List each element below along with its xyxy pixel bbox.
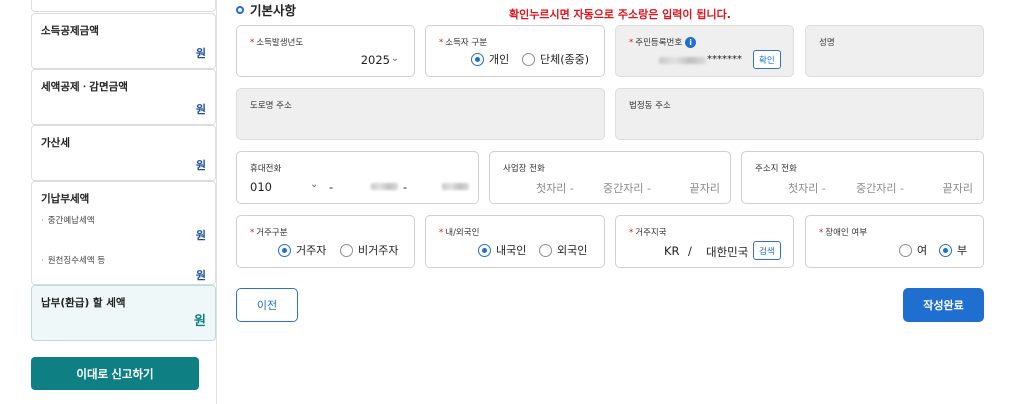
sidebar-item-top: 원 [31,0,216,12]
work-phone-field: 사업장 전화 첫자리 - 중간자리 - 끝자리 [489,151,731,204]
radio-dot [278,243,291,257]
radio-dot [539,243,552,257]
home-phone-last[interactable]: 끝자리 [943,180,973,196]
sidebar-subitem-interim: 중간예납세액 [41,214,95,226]
name-label: 성명 [819,38,835,48]
unit-label: 원 [195,269,206,282]
radio-label: 외국인 [557,244,588,257]
radio-group[interactable]: 단체(종중) [522,51,589,67]
legal-address-field: 법정동 주소 [615,88,984,140]
radio-label: 거주자 [296,244,327,257]
radio-individual[interactable]: 개인 [471,51,509,67]
radio-dot [522,52,535,66]
sidebar-item-label: 가산세 [41,137,70,149]
country-field: * 거주지국 KR / 대한민국 검색 [615,215,794,268]
rrn-masked-suffix: ******* [707,54,742,65]
work-phone-label: 사업장 전화 [503,164,545,174]
home-phone-first[interactable]: 첫자리 - [788,180,826,196]
year-label: * 소득발생년도 [250,38,304,48]
mobile-last[interactable] [442,183,469,190]
sidebar: 원 소득공제금액 원 세액공제ㆍ감면금액 원 가산세 원 기납부세액 중간예납세… [0,0,217,404]
radio-label: 비거주자 [358,244,399,257]
mobile-dash: - [329,180,334,194]
prev-button[interactable]: 이전 [236,288,298,322]
radio-resident[interactable]: 거주자 [278,242,326,258]
rrn-confirm-button[interactable]: 확인 [753,50,781,69]
done-button[interactable]: 작성완료 [903,288,984,322]
unit-label: 원 [195,159,206,172]
radio-non-resident[interactable]: 비거주자 [340,242,398,258]
unit-label: 원 [195,103,206,116]
home-phone-middle[interactable]: 중간자리 - [856,180,904,196]
home-phone-field: 주소지 전화 첫자리 - 중간자리 - 끝자리 [741,151,984,204]
unit-label: 원 [195,229,206,242]
radio-dot [478,243,491,257]
country-label: * 거주지국 [629,228,667,238]
country-search-button[interactable]: 검색 [753,241,781,260]
radio-foreigner[interactable]: 외국인 [539,242,587,258]
radio-label: 단체(종중) [540,53,590,66]
unit-label: 원 [195,47,206,60]
name-field: 성명 [805,25,984,77]
chevron-down-icon: ⌄ [390,53,399,64]
legal-address-label: 법정동 주소 [629,101,671,111]
section-title-text: 기본사항 [250,3,297,18]
chevron-down-icon: ⌄ [310,179,319,190]
rrn-field[interactable]: * 주민등록번호 i ******* 확인 [615,25,794,77]
year-field[interactable]: * 소득발생년도 2025 ⌄ [236,25,415,77]
mobile-middle[interactable] [371,183,398,190]
disability-label: * 장애인 여부 [819,228,868,238]
section-title: 기본사항 [236,0,296,19]
sidebar-item-additional-tax: 가산세 원 [31,125,216,181]
road-address-field: 도로명 주소 [236,88,605,140]
country-separator: / [688,244,692,258]
work-phone-middle[interactable]: 중간자리 - [603,180,651,196]
country-code: KR [664,244,680,258]
radio-disabled-no[interactable]: 부 [939,242,967,258]
work-phone-last[interactable]: 끝자리 [690,180,720,196]
disability-field: * 장애인 여부 여 부 [805,215,984,268]
circle-icon [236,5,244,14]
sidebar-item-label: 세액공제ㆍ감면금액 [41,81,128,93]
sidebar-item-label: 소득공제금액 [41,25,99,37]
residency-label: * 거주구분 [250,228,288,238]
radio-label: 여 [917,244,928,257]
radio-label: 내국인 [496,244,527,257]
mobile-dash: - [403,180,408,194]
mobile-label: 휴대전화 [250,164,282,174]
radio-dot [340,243,353,257]
radio-dot [939,243,952,257]
year-value: 2025 [360,53,390,67]
rrn-label: * 주민등록번호 i [629,36,697,48]
sidebar-item-payable-tax: 납부(환급) 할 세액 원 [31,285,216,341]
radio-disabled-yes[interactable]: 여 [899,242,927,258]
residency-field: * 거주구분 거주자 비거주자 [236,215,415,268]
radio-dot [899,243,912,257]
sidebar-item-income-deduction: 소득공제금액 원 [31,13,216,69]
earner-type-field: * 소득자 구분 개인 단체(종중) [425,25,605,77]
home-phone-label: 주소지 전화 [755,164,797,174]
info-icon[interactable]: i [685,37,697,48]
annotation-text: 확인누르시면 자동으로 주소랑은 입력이 됩니다. [509,8,731,21]
sidebar-item-label: 납부(환급) 할 세액 [41,297,126,309]
submit-report-button[interactable]: 이대로 신고하기 [31,357,199,390]
unit-label: 원 [194,314,206,329]
mobile-prefix[interactable]: 010 [250,180,272,194]
rrn-masked-prefix [659,57,706,64]
sidebar-subitem-withholding: 원천징수세액 등 [41,254,105,266]
mobile-field: 휴대전화 010 ⌄ - - [236,151,479,204]
radio-label: 부 [957,244,968,257]
sidebar-item-label: 기납부세액 [41,193,90,205]
work-phone-first[interactable]: 첫자리 - [536,180,574,196]
nationality-label: * 내/외국인 [439,228,480,238]
radio-korean[interactable]: 내국인 [478,242,526,258]
road-address-label: 도로명 주소 [250,101,292,111]
sidebar-item-tax-credit: 세액공제ㆍ감면금액 원 [31,69,216,125]
sidebar-item-prepaid-tax: 기납부세액 중간예납세액 원 원천징수세액 등 원 [31,181,216,285]
earner-type-label: * 소득자 구분 [439,38,488,48]
country-name: 대한민국 [706,245,749,259]
nationality-field: * 내/외국인 내국인 외국인 [425,215,605,268]
radio-dot [471,52,484,66]
radio-label: 개인 [489,53,510,66]
